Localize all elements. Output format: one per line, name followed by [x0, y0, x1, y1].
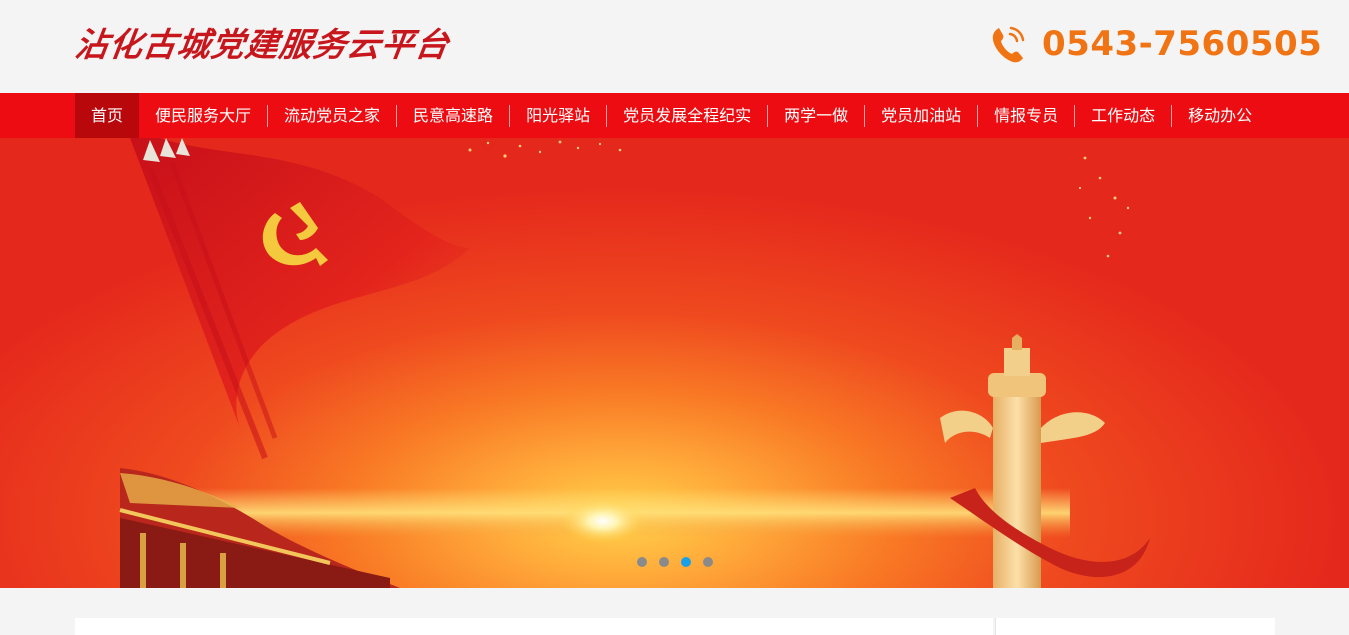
banner-artwork: [119, 138, 1150, 588]
nav-item-home[interactable]: 首页: [75, 93, 140, 138]
nav-item-mobile-members[interactable]: 流动党员之家: [268, 93, 396, 138]
nav-item-two-studies[interactable]: 两学一做: [768, 93, 864, 138]
main-nav: 首页 便民服务大厅 流动党员之家 民意高速路 阳光驿站 党员发展全程纪实 两学一…: [0, 93, 1349, 138]
nav-item-service-hall[interactable]: 便民服务大厅: [139, 93, 267, 138]
hero-banner[interactable]: [0, 138, 1349, 588]
fireworks-sparkles: [468, 140, 1130, 258]
nav-item-mobile-office[interactable]: 移动办公: [1172, 93, 1268, 138]
main-content-panel: [75, 618, 993, 635]
party-flag-icon: [130, 138, 470, 460]
carousel-dot[interactable]: [703, 557, 713, 567]
nav-item-work-news[interactable]: 工作动态: [1075, 93, 1171, 138]
nav-item-public-opinion[interactable]: 民意高速路: [397, 93, 509, 138]
carousel-dot[interactable]: [637, 557, 647, 567]
site-logo-title[interactable]: 沾化古城党建服务云平台: [73, 18, 453, 64]
nav-item-sunshine-station[interactable]: 阳光驿站: [510, 93, 606, 138]
hotline: 0543-7560505: [990, 22, 1322, 66]
carousel-dots: [637, 557, 713, 567]
carousel-dot[interactable]: [659, 557, 669, 567]
nav-item-intel-officer[interactable]: 情报专员: [978, 93, 1074, 138]
ceremonial-column-icon: [940, 334, 1150, 588]
nav-list: 首页 便民服务大厅 流动党员之家 民意高速路 阳光驿站 党员发展全程纪实 两学一…: [75, 93, 1268, 138]
sidebar-panel: [995, 618, 1275, 635]
sun-glow: [561, 499, 645, 543]
site-header: 沾化古城党建服务云平台 0543-7560505: [0, 0, 1349, 93]
hotline-number: 0543-7560505: [1042, 24, 1323, 64]
nav-item-member-development[interactable]: 党员发展全程纪实: [607, 93, 767, 138]
carousel-dot[interactable]: [681, 557, 691, 567]
phone-icon: [992, 26, 1025, 63]
nav-item-member-station[interactable]: 党员加油站: [865, 93, 977, 138]
